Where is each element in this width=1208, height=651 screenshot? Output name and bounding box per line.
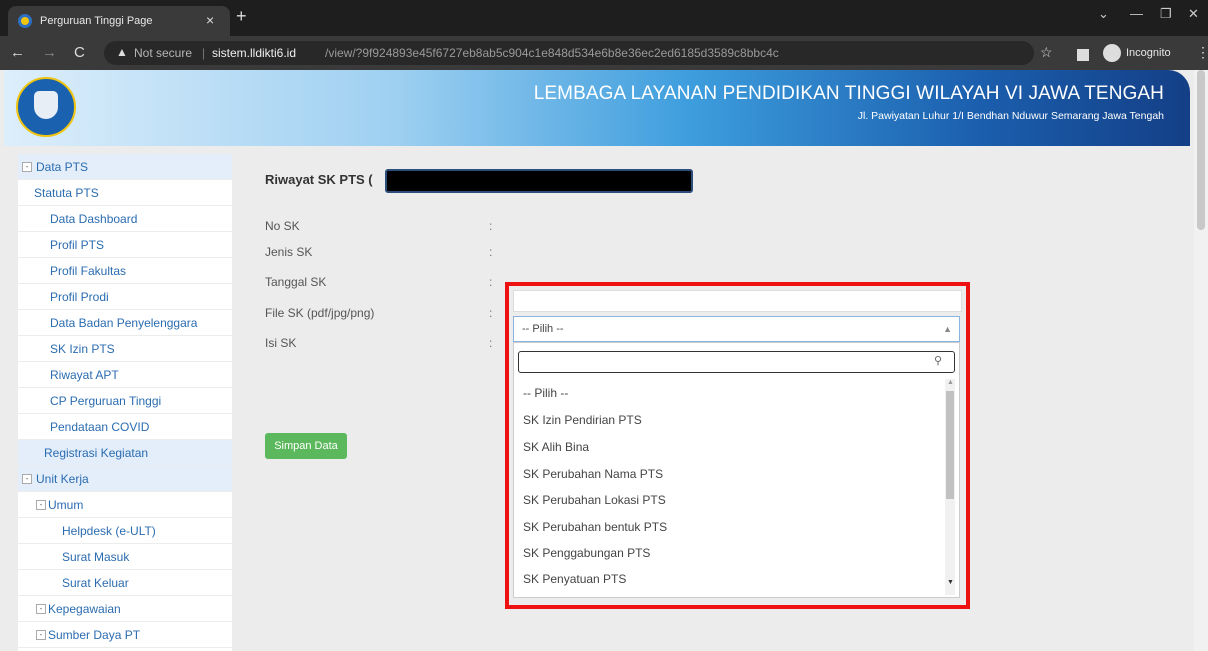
sidebar-item-umum[interactable]: - Umum: [18, 492, 232, 518]
sidebar-item-label: Pendataan COVID: [50, 420, 150, 434]
url-host: sistem.lldikti6.id: [212, 46, 297, 60]
menu-dots-icon[interactable]: ⋮: [1196, 44, 1208, 61]
collapse-icon[interactable]: -: [36, 500, 46, 510]
back-arrow-icon[interactable]: ←: [10, 44, 25, 61]
sidebar-item-data-pts[interactable]: - Data PTS: [18, 154, 232, 180]
sidebar-item-label: Helpdesk (e-ULT): [62, 524, 156, 538]
banner-title: LEMBAGA LAYANAN PENDIDIKAN TINGGI WILAYA…: [533, 83, 1164, 104]
site-favicon-icon: [18, 14, 32, 28]
field-label-file-sk: File SK (pdf/jpg/png): [265, 306, 375, 320]
sidebar-item-label: Data Badan Penyelenggara: [50, 316, 198, 330]
sidebar-item-label: Surat Masuk: [62, 550, 130, 564]
sidebar-item-label: Profil Prodi: [50, 290, 109, 304]
field-label-isi-sk: Isi SK: [265, 336, 297, 350]
restore-icon[interactable]: ❐: [1160, 6, 1172, 22]
field-colon: :: [489, 275, 493, 289]
save-button[interactable]: Simpan Data: [265, 433, 347, 459]
sidebar-item-label: Unit Kerja: [36, 472, 89, 486]
collapse-icon[interactable]: -: [22, 162, 32, 172]
sidebar-item-label: Riwayat APT: [50, 368, 119, 382]
sidebar-item-label: Profil PTS: [50, 238, 105, 252]
address-separator: |: [202, 46, 206, 60]
url-path: /view/?9f924893e45f6727eb8ab5c904c1e848d…: [325, 46, 779, 60]
field-colon: :: [489, 245, 493, 259]
field-colon: :: [489, 306, 493, 320]
incognito-label[interactable]: Incognito: [1126, 47, 1171, 59]
side-panel-icon[interactable]: [1077, 49, 1089, 61]
sidebar-item-registrasi-kegiatan[interactable]: Registrasi Kegiatan: [18, 440, 232, 466]
sidebar-item-data-badan-penyelenggara[interactable]: Data Badan Penyelenggara: [18, 310, 232, 336]
tut-wuri-handayani-logo: [16, 77, 76, 137]
sidebar-item-label: Statuta PTS: [34, 186, 99, 200]
sidebar-item-label: Data Dashboard: [50, 212, 138, 226]
redacted-block: [385, 169, 693, 193]
warning-icon[interactable]: ▲: [116, 45, 128, 59]
sidebar-item-label: Data PTS: [36, 160, 89, 174]
address-bar[interactable]: ▲ Not secure | sistem.lldikti6.id /view/…: [104, 41, 1034, 65]
sidebar-item-pendataan-covid[interactable]: Pendataan COVID: [18, 414, 232, 440]
sidebar-item-unit-kerja[interactable]: - Unit Kerja: [18, 466, 232, 492]
sidebar-item-label: SK Izin PTS: [50, 342, 115, 356]
sidebar-item-label: CP Perguruan Tinggi: [50, 394, 162, 408]
sidebar-item-riwayat-apt[interactable]: Riwayat APT: [18, 362, 232, 388]
sidebar-item-statuta-pts[interactable]: Statuta PTS: [18, 180, 232, 206]
close-window-icon[interactable]: ✕: [1188, 6, 1199, 22]
sidebar-item-data-dashboard[interactable]: Data Dashboard: [18, 206, 232, 232]
sidebar-item-profil-prodi[interactable]: Profil Prodi: [18, 284, 232, 310]
sidebar-item-cp-perguruan-tinggi[interactable]: CP Perguruan Tinggi: [18, 388, 232, 414]
browser-toolbar: ← → C ▲ Not secure | sistem.lldikti6.id …: [0, 36, 1208, 70]
field-colon: :: [489, 336, 493, 350]
tab-search-icon[interactable]: ⌄: [1098, 6, 1109, 22]
sidebar-item-surat-masuk[interactable]: Surat Masuk: [18, 544, 232, 570]
sidebar-item-kepegawaian[interactable]: - Kepegawaian: [18, 596, 232, 622]
sidebar-item-profil-fakultas[interactable]: Profil Fakultas: [18, 258, 232, 284]
highlight-annotation-box: [505, 282, 970, 609]
reload-icon[interactable]: C: [74, 44, 85, 61]
sidebar-item-label: Kepegawaian: [48, 602, 121, 616]
new-tab-button[interactable]: +: [236, 6, 247, 27]
tab-close-icon[interactable]: ×: [206, 12, 214, 28]
sidebar-item-label: Profil Fakultas: [50, 264, 127, 278]
site-banner: LEMBAGA LAYANAN PENDIDIKAN TINGGI WILAYA…: [4, 70, 1190, 146]
star-icon[interactable]: ☆: [1040, 44, 1053, 61]
page-scrollbar[interactable]: [1194, 70, 1208, 651]
form-title: Riwayat SK PTS (: [265, 172, 373, 187]
banner-subtitle: Jl. Pawiyatan Luhur 1/I Bendhan Nduwur S…: [857, 110, 1164, 122]
sidebar-item-label: Sumber Daya PT: [48, 628, 141, 642]
tab-title: Perguruan Tinggi Page: [40, 15, 153, 27]
sidebar-item-profil-pts[interactable]: Profil PTS: [18, 232, 232, 258]
sidebar-item-label: Umum: [48, 498, 84, 512]
sidebar-item-surat-keluar[interactable]: Surat Keluar: [18, 570, 232, 596]
browser-tab-bar: Perguruan Tinggi Page × + ⌄ — ❐ ✕: [0, 0, 1208, 36]
incognito-icon[interactable]: [1103, 44, 1121, 62]
sidebar-item-label: Surat Keluar: [62, 576, 129, 590]
field-colon: :: [489, 219, 493, 233]
minimize-icon[interactable]: —: [1130, 6, 1143, 21]
field-label-tanggal-sk: Tanggal SK: [265, 275, 327, 289]
sidebar-item-helpdesk[interactable]: Helpdesk (e-ULT): [18, 518, 232, 544]
field-label-no-sk: No SK: [265, 219, 300, 233]
sidebar-item-sk-izin-pts[interactable]: SK Izin PTS: [18, 336, 232, 362]
collapse-icon[interactable]: -: [36, 604, 46, 614]
collapse-icon[interactable]: -: [22, 474, 32, 484]
field-label-jenis-sk: Jenis SK: [265, 245, 313, 259]
sidebar: - Data PTS Statuta PTS Data Dashboard Pr…: [18, 154, 232, 651]
browser-tab[interactable]: Perguruan Tinggi Page ×: [8, 6, 230, 36]
forward-arrow-icon[interactable]: →: [42, 44, 57, 61]
sidebar-item-sumber-daya-pt[interactable]: - Sumber Daya PT: [18, 622, 232, 648]
not-secure-label[interactable]: Not secure: [134, 46, 192, 60]
page-viewport: LEMBAGA LAYANAN PENDIDIKAN TINGGI WILAYA…: [0, 70, 1208, 651]
page-scroll-thumb[interactable]: [1197, 70, 1205, 230]
main-content: Riwayat SK PTS ( No SK Jenis SK Tanggal …: [232, 146, 1208, 651]
sidebar-item-label: Registrasi Kegiatan: [44, 446, 149, 460]
collapse-icon[interactable]: -: [36, 630, 46, 640]
